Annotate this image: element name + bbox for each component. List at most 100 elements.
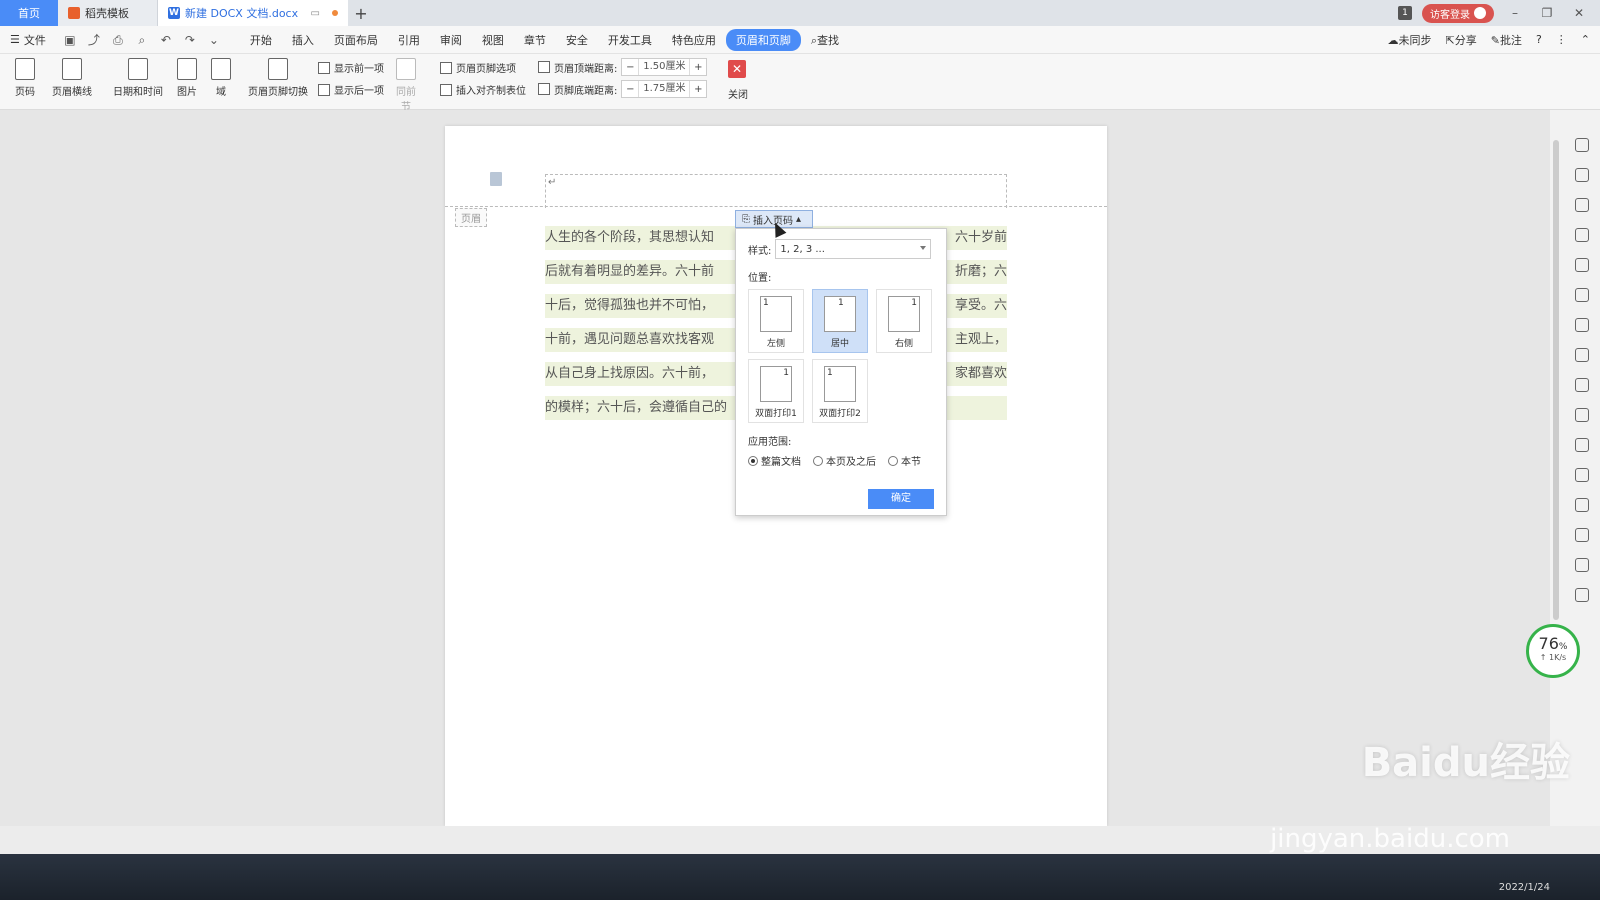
comment-button[interactable]: ✎批注: [1491, 32, 1522, 48]
sync-button[interactable]: ☁未同步: [1388, 32, 1432, 48]
more-icon[interactable]: ⋮: [1556, 33, 1567, 46]
menu-view[interactable]: 视图: [472, 32, 514, 48]
menu-insert[interactable]: 插入: [282, 32, 324, 48]
print-preview-icon[interactable]: ⌕: [134, 33, 150, 47]
scope-this-section[interactable]: 本节: [888, 453, 921, 468]
help-button[interactable]: ?: [1536, 33, 1542, 46]
image-icon[interactable]: [1575, 498, 1589, 512]
select-cursor-icon[interactable]: [1575, 168, 1589, 182]
text-line-left: 后就有着明显的差异。六十前: [545, 264, 715, 279]
text-line-left: 从自己身上找原因。六十前，: [545, 366, 715, 381]
table-icon[interactable]: [1575, 288, 1589, 302]
header-line-icon: [62, 58, 82, 80]
position-duplex-1[interactable]: 1 双面打印1: [748, 359, 804, 423]
vertical-scrollbar[interactable]: [1553, 140, 1559, 620]
minimize-icon[interactable]: –: [1504, 6, 1526, 20]
chart-icon[interactable]: [1575, 318, 1589, 332]
history-icon[interactable]: [1575, 558, 1589, 572]
page-preview-icon: 1: [824, 296, 856, 332]
date-time-button[interactable]: 日期和时间: [112, 58, 164, 98]
undo-icon[interactable]: ↶: [158, 33, 174, 47]
same-as-previous-button[interactable]: 同前节: [392, 58, 420, 113]
header-top-distance-stepper[interactable]: − 1.50厘米 +: [621, 58, 708, 76]
field-button[interactable]: 域: [210, 58, 232, 98]
collapse-ribbon-icon[interactable]: ⌃: [1581, 33, 1590, 46]
menu-header-footer[interactable]: 页眉和页脚: [725, 28, 801, 51]
menu-page-layout[interactable]: 页面布局: [324, 32, 388, 48]
document-icon[interactable]: [490, 172, 502, 186]
comment-icon[interactable]: ▭: [311, 8, 320, 19]
customize-icon[interactable]: ⌄: [206, 33, 222, 47]
menu-find[interactable]: ⌕查找: [801, 32, 849, 48]
network-speed-widget[interactable]: 76% ↑ 1K/s: [1526, 624, 1580, 678]
cloud-save-icon[interactable]: ⤴: [86, 33, 102, 47]
picture-button[interactable]: 图片: [172, 58, 202, 98]
text-line-left: 人生的各个阶段，其思想认知: [545, 230, 715, 245]
pen-icon[interactable]: [1575, 138, 1589, 152]
file-menu[interactable]: ☰ 文件: [10, 32, 46, 48]
plus-icon[interactable]: +: [690, 84, 706, 95]
menu-developer[interactable]: 开发工具: [598, 32, 662, 48]
window-count-badge[interactable]: 1: [1398, 6, 1412, 20]
switch-icon: [268, 58, 288, 80]
help-icon[interactable]: [1575, 588, 1589, 602]
insert-align-tab-button[interactable]: 插入对齐制表位: [440, 82, 526, 97]
translate-icon[interactable]: [1575, 438, 1589, 452]
close-header-footer-button[interactable]: 关闭: [728, 86, 748, 101]
page-number-button[interactable]: 页码: [10, 58, 40, 98]
style-select[interactable]: 1, 2, 3 ...: [775, 239, 932, 259]
menu-sections[interactable]: 章节: [514, 32, 556, 48]
ok-button[interactable]: 确定: [868, 489, 934, 509]
position-center[interactable]: 1 居中: [812, 289, 868, 353]
minus-icon[interactable]: −: [622, 84, 638, 95]
export-icon[interactable]: [1575, 408, 1589, 422]
page-preview-icon: 1: [888, 296, 920, 332]
archive-icon[interactable]: [1575, 468, 1589, 482]
comment-label: 批注: [1499, 33, 1522, 47]
header-edit-area[interactable]: ↵: [545, 174, 1007, 208]
print-icon[interactable]: ⎙: [110, 33, 126, 47]
close-window-icon[interactable]: ✕: [1568, 6, 1590, 20]
header-line-button[interactable]: 页眉横线: [46, 58, 98, 98]
footer-bottom-distance-stepper[interactable]: − 1.75厘米 +: [621, 80, 708, 98]
menu-review[interactable]: 审阅: [430, 32, 472, 48]
document-search-icon[interactable]: [1575, 378, 1589, 392]
save-icon[interactable]: ▣: [62, 33, 78, 47]
plus-icon[interactable]: +: [690, 62, 706, 73]
new-tab-button[interactable]: +: [348, 0, 374, 26]
share-button[interactable]: ⇱分享: [1446, 32, 1477, 48]
menu-references[interactable]: 引用: [388, 32, 430, 48]
switch-header-footer-button[interactable]: 页眉页脚切换: [246, 58, 310, 98]
position-left[interactable]: 1 左侧: [748, 289, 804, 353]
menu-start[interactable]: 开始: [240, 32, 282, 48]
options-icon: [440, 61, 452, 74]
close-header-footer-icon[interactable]: ✕: [728, 60, 746, 78]
minus-icon[interactable]: −: [622, 62, 638, 73]
tab-home[interactable]: 首页: [0, 0, 58, 26]
tab-template[interactable]: 稻壳模板: [58, 0, 158, 26]
adjust-icon[interactable]: [1575, 348, 1589, 362]
menu-special-apps[interactable]: 特色应用: [662, 32, 726, 48]
header-footer-options-button[interactable]: 页眉页脚选项: [440, 60, 516, 75]
show-next-label: 显示后一项: [334, 86, 384, 97]
shapes-icon[interactable]: [1575, 228, 1589, 242]
backup-icon[interactable]: [1575, 528, 1589, 542]
position-right[interactable]: 1 右侧: [876, 289, 932, 353]
scope-whole-document[interactable]: 整篇文档: [748, 453, 801, 468]
restore-icon[interactable]: ❐: [1536, 6, 1558, 20]
redo-icon[interactable]: ↷: [182, 33, 198, 47]
show-next-button[interactable]: 显示后一项: [318, 82, 384, 97]
show-previous-button[interactable]: 显示前一项: [318, 60, 384, 75]
position-duplex-1-label: 双面打印1: [755, 409, 797, 419]
header-top-distance-value[interactable]: 1.50厘米: [638, 59, 691, 75]
footer-distance-icon: [538, 83, 550, 95]
position-duplex-2[interactable]: 1 双面打印2: [812, 359, 868, 423]
login-button[interactable]: 访客登录: [1422, 3, 1494, 23]
location-icon[interactable]: [1575, 198, 1589, 212]
tab-document[interactable]: W 新建 DOCX 文档.docx ▭: [158, 0, 348, 26]
menu-security[interactable]: 安全: [556, 32, 598, 48]
calendar-icon: [128, 58, 148, 80]
footer-bottom-distance-value[interactable]: 1.75厘米: [638, 81, 691, 97]
fill-icon[interactable]: [1575, 258, 1589, 272]
scope-this-page-onward[interactable]: 本页及之后: [813, 453, 876, 468]
